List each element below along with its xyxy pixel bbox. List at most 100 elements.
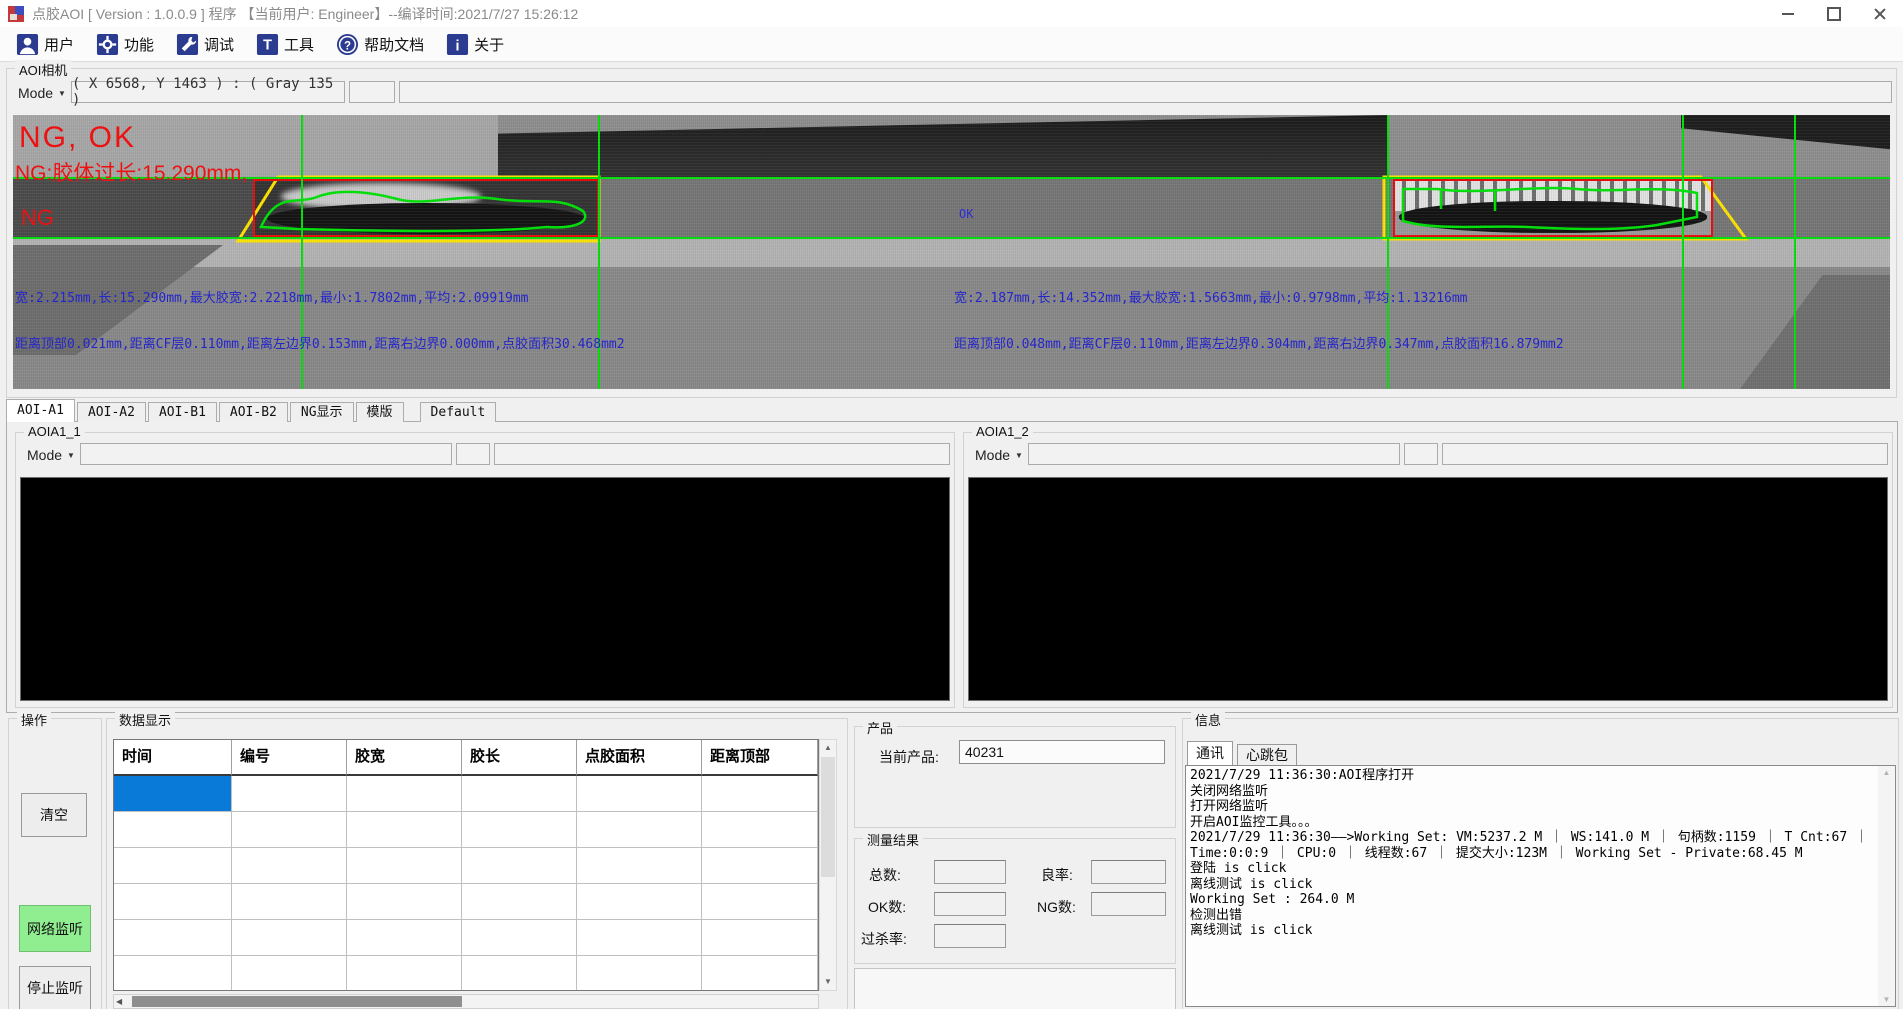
table-cell[interactable] [114,848,232,884]
scrollbar-thumb[interactable] [132,996,462,1007]
table-cell[interactable] [114,920,232,956]
maximize-icon[interactable] [1811,0,1857,27]
table-vertical-scrollbar[interactable]: ▲ ▼ [819,739,837,991]
table-cell[interactable] [577,884,702,920]
scroll-left-icon[interactable]: ◀ [116,995,122,1009]
info-tab-heartbeat[interactable]: 心跳包 [1237,744,1297,765]
stop-listen-button[interactable]: 停止监听 [19,966,91,1009]
current-product-field[interactable]: 40231 [959,740,1165,764]
table-cell[interactable] [702,812,818,848]
table-cell[interactable] [702,884,818,920]
table-cell[interactable] [232,848,347,884]
help-icon: ? [336,33,359,56]
tab-default[interactable]: Default [420,402,497,422]
scroll-down-icon[interactable]: ▼ [820,974,836,990]
camera-field-2[interactable] [349,81,395,103]
clear-button[interactable]: 清空 [21,793,87,837]
table-cell[interactable] [232,776,347,812]
ng-count-label: NG数: [1037,897,1076,917]
tab-aoi-b1[interactable]: AOI-B1 [148,402,217,422]
tab-template[interactable]: 模版 [356,402,404,422]
panel2-field-1[interactable] [1028,443,1400,465]
camera-coordinate-field[interactable]: ( X 6568, Y 1463 ) : ( Gray 135 ) [71,81,345,103]
close-icon[interactable] [1857,0,1903,27]
table-cell[interactable] [702,776,818,812]
panel1-image-viewport[interactable] [20,477,950,701]
table-horizontal-scrollbar[interactable]: ◀ [113,994,819,1009]
panel1-mode-label: Mode [27,447,62,463]
scrollbar-thumb[interactable] [821,757,835,877]
table-cell[interactable] [577,848,702,884]
table-cell[interactable] [577,920,702,956]
table-cell[interactable] [347,848,462,884]
panel1-field-1[interactable] [80,443,452,465]
panel1-field-3[interactable] [494,443,950,465]
tab-aoi-a1[interactable]: AOI-A1 [6,399,75,422]
overkill-rate-field[interactable] [934,924,1006,948]
table-cell[interactable] [577,776,702,812]
toolbar-button-help-doc[interactable]: ?帮助文档 [332,31,428,58]
panel2-image-viewport[interactable] [968,477,1888,701]
panel2-field-2[interactable] [1404,443,1438,465]
table-cell[interactable] [462,776,577,812]
table-cell[interactable] [114,956,232,991]
table-cell[interactable] [347,884,462,920]
panel2-mode-dropdown[interactable]: Mode ▼ [968,443,1030,467]
minimize-icon[interactable] [1765,0,1811,27]
comm-log: 2021/7/29 11:36:30:AOI程序打开关闭网络监听打开网络监听开启… [1185,765,1896,1007]
network-listen-button[interactable]: 网络监听 [19,905,91,952]
svg-text:i: i [456,38,460,54]
table-cell[interactable] [114,812,232,848]
log-scrollbar[interactable]: ▲ ▼ [1878,766,1895,1006]
table-cell[interactable] [462,884,577,920]
ok-count-field[interactable] [934,892,1006,916]
panel1-mode-dropdown[interactable]: Mode ▼ [20,443,82,467]
table-cell[interactable] [462,920,577,956]
toolbar-button-user[interactable]: 用户 [12,31,78,58]
info-tab-comm[interactable]: 通讯 [1187,741,1233,765]
info-group-label: 信息 [1191,710,1225,729]
camera-image[interactable]: NG, OK NG:胶体过长:15.290mm, NG OK 宽:2.215mm… [13,115,1890,389]
table-cell[interactable] [577,812,702,848]
tab-ng-display[interactable]: NG显示 [290,402,354,422]
tab-aoi-b2[interactable]: AOI-B2 [219,402,288,422]
selected-table-cell[interactable] [114,776,232,812]
table-cell[interactable] [702,956,818,991]
table-cell[interactable] [347,920,462,956]
table-cell[interactable] [702,920,818,956]
camera-group: AOI相机 Mode ▼ ( X 6568, Y 1463 ) : ( Gray… [6,68,1897,398]
scroll-up-icon[interactable]: ▲ [820,740,836,756]
product-group-label: 产品 [863,718,897,737]
table-cell[interactable] [347,956,462,991]
panel1-field-2[interactable] [456,443,490,465]
scroll-up-icon[interactable]: ▲ [1878,768,1895,777]
table-cell[interactable] [232,920,347,956]
scroll-down-icon[interactable]: ▼ [1878,995,1895,1004]
ng-count-field[interactable] [1091,892,1166,916]
table-cell[interactable] [702,848,818,884]
panel2-field-3[interactable] [1442,443,1888,465]
table-cell[interactable] [577,956,702,991]
table-cell[interactable] [232,884,347,920]
table-cell[interactable] [462,812,577,848]
toolbar-button-debug[interactable]: 调试 [172,31,238,58]
table-cell[interactable] [462,848,577,884]
product-group: 产品 当前产品: 40231 [854,726,1176,828]
yield-rate-field[interactable] [1091,860,1166,884]
tab-aoi-a2[interactable]: AOI-A2 [77,402,146,422]
crosshair-vline [1794,115,1796,389]
table-header-cell: 时间 [114,740,232,776]
total-field[interactable] [934,860,1006,884]
table-cell[interactable] [232,956,347,991]
toolbar-button-tools[interactable]: T工具 [252,31,318,58]
table-cell[interactable] [347,812,462,848]
table-cell[interactable] [462,956,577,991]
toolbar-button-function[interactable]: 功能 [92,31,158,58]
table-cell[interactable] [232,812,347,848]
log-line: 2021/7/29 11:36:30:AOI程序打开 [1190,768,1875,784]
table-cell[interactable] [347,776,462,812]
camera-mode-dropdown[interactable]: Mode ▼ [11,81,73,105]
toolbar-button-about[interactable]: i关于 [442,31,508,58]
camera-field-3[interactable] [399,81,1892,103]
table-cell[interactable] [114,884,232,920]
